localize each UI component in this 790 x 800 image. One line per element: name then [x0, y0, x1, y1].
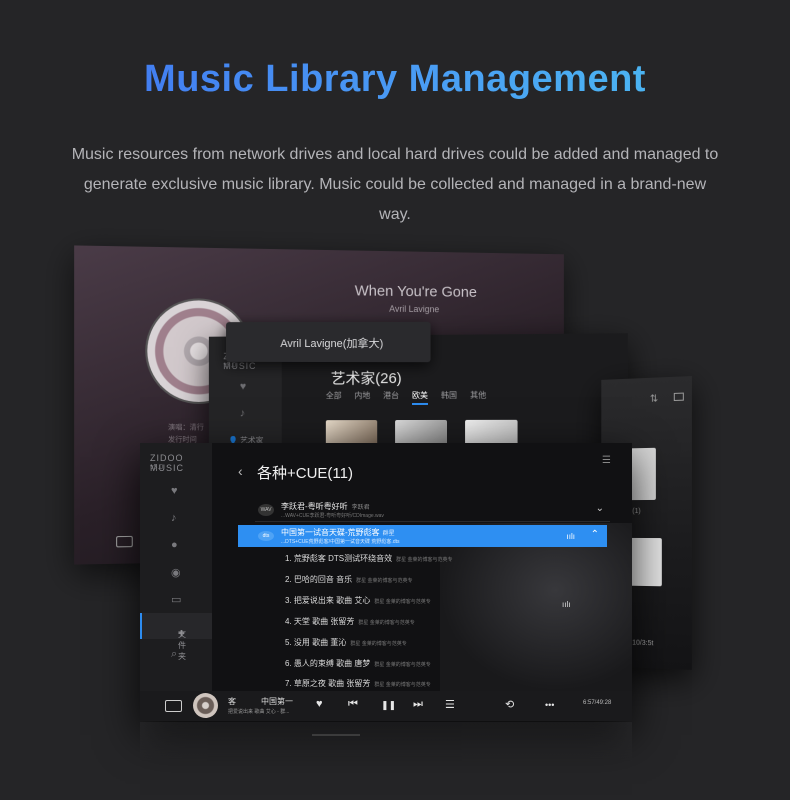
tab-western[interactable]: 欧美: [412, 389, 428, 406]
item-title: 李跃君-粤听粤好听: [281, 502, 348, 511]
heart-icon[interactable]: ♥: [316, 698, 323, 710]
person-icon[interactable]: ●: [171, 539, 178, 551]
tab-all[interactable]: 全部: [326, 390, 342, 405]
screen-reflection: [140, 722, 632, 762]
page-title: Music Library Management: [0, 58, 790, 101]
music-note-icon[interactable]: ♪: [240, 407, 245, 419]
equalizer-icon: ıılı: [566, 532, 575, 541]
pause-icon[interactable]: ❚❚: [381, 700, 396, 711]
track-row[interactable]: 1. 荒野彪客 DTS测试环绕音效 群星 金莱的博客与范英专: [285, 553, 453, 574]
chevron-up-icon[interactable]: ⌃: [591, 529, 599, 540]
song-artist: Avril Lavigne: [389, 303, 440, 315]
region-tabs: 全部 内地 港台 欧美 韩国 其他: [326, 389, 486, 406]
now-playing-title: 客: [228, 697, 236, 706]
now-playing-subtitle: 把爱说出来 歌曲 艾心 - 群...: [228, 709, 290, 715]
folder-icon[interactable]: ▭: [171, 593, 181, 606]
item-title: 中国第一试音天碟-荒野彪客: [281, 528, 380, 537]
music-note-icon[interactable]: ♪: [171, 512, 177, 524]
playback-time: 6:57/49:28: [583, 700, 612, 706]
progress-reflection: [312, 734, 360, 736]
item-path: ...WAV+CUE李跃君-粤听粤好听/CDImage.wav: [281, 513, 384, 519]
tab-mainland[interactable]: 内地: [354, 390, 370, 405]
item-path: ...DTS+CUE荒野彪客/中国第一试音天碟 荒野彪客.dts: [281, 539, 400, 545]
next-icon[interactable]: ⏭: [413, 698, 423, 711]
heart-icon[interactable]: ♥: [240, 381, 246, 393]
player-bar: 客 中国第一 把爱说出来 歌曲 艾心 - 群... ♥ ⏮ ❚❚ ⏭ ☰ ⟲ •…: [140, 691, 632, 721]
list-icon[interactable]: ☰: [602, 455, 611, 466]
search-icon[interactable]: ⌕: [171, 648, 177, 661]
tab-korea[interactable]: 韩国: [441, 390, 457, 405]
background-art: [440, 523, 632, 691]
screen-icon[interactable]: [165, 700, 182, 712]
grid-icon[interactable]: [673, 392, 684, 402]
sidebar-item-folder[interactable]: ✚ 文件夹: [140, 613, 212, 661]
item-count: (1): [632, 508, 641, 516]
equalizer-icon: ıılı: [562, 600, 571, 609]
playlist-icon[interactable]: ☰: [445, 698, 455, 711]
album-art: [628, 447, 656, 501]
now-playing-album: 中国第一: [261, 697, 293, 706]
tab-hk-tw[interactable]: 港台: [383, 390, 399, 405]
page-description: Music resources from network drives and …: [71, 146, 719, 223]
track-row[interactable]: 4. 天堂 歌曲 张留芳 群星 金莱的博客与范英专: [285, 616, 415, 637]
sidebar: ZIDOO MUSIC v5.0 ♥ ♪ ● ◉ ▭ ✚ 文件夹 ⌕: [140, 443, 212, 691]
list-item[interactable]: WAV 李跃君-粤听粤好听 李跃君 ...WAV+CUE李跃君-粤听粤好听/CDI…: [255, 498, 610, 522]
track-row[interactable]: 6. 愚人的束缚 歌曲 唐梦 群星 金莱的博客与范英专: [285, 658, 431, 679]
more-icon[interactable]: •••: [545, 700, 554, 710]
album-art: [628, 537, 662, 587]
song-title: When You're Gone: [354, 282, 477, 301]
back-icon[interactable]: ‹: [238, 463, 243, 479]
screen-icon[interactable]: [116, 535, 133, 548]
app-version: v5.0: [223, 362, 237, 370]
artist-popup: Avril Lavigne(加拿大): [226, 321, 431, 363]
disc-icon[interactable]: ◉: [171, 566, 181, 579]
item-artist: 李跃君: [351, 505, 370, 511]
item-artist: 群星: [382, 531, 395, 537]
chevron-down-icon[interactable]: ⌄: [596, 503, 604, 514]
list-item-selected[interactable]: dts 中国第一试音天碟-荒野彪客 群星 ...DTS+CUE荒野彪客/中国第一试…: [238, 525, 607, 547]
sort-icon[interactable]: ⇅: [650, 394, 658, 405]
now-playing-cover[interactable]: [193, 693, 218, 718]
track-row[interactable]: 3. 把爱说出来 歌曲 艾心 群星 金莱的博客与范英专: [285, 595, 431, 616]
time-readout: 10/3:5t: [632, 639, 654, 648]
format-badge: dts: [258, 531, 274, 541]
folder-title: 各种+CUE(11): [257, 465, 353, 482]
heart-icon[interactable]: ♥: [171, 485, 178, 497]
section-title: 艺术家(26): [330, 370, 402, 388]
repeat-icon[interactable]: ⟲: [505, 698, 514, 711]
folder-screenshot: ZIDOO MUSIC v5.0 ♥ ♪ ● ◉ ▭ ✚ 文件夹 ⌕ ‹ 各种+…: [140, 443, 632, 721]
previous-icon[interactable]: ⏮: [348, 698, 358, 711]
track-row[interactable]: 5. 没用 歌曲 董沁 群星 金莱的博客与范英专: [285, 637, 407, 658]
tab-other[interactable]: 其他: [470, 390, 486, 405]
app-version: v5.0: [150, 464, 164, 471]
format-badge: WAV: [258, 504, 274, 516]
track-row[interactable]: 2. 巴哈的回音 音乐 群星 金莱的博客与范英专: [285, 574, 413, 595]
